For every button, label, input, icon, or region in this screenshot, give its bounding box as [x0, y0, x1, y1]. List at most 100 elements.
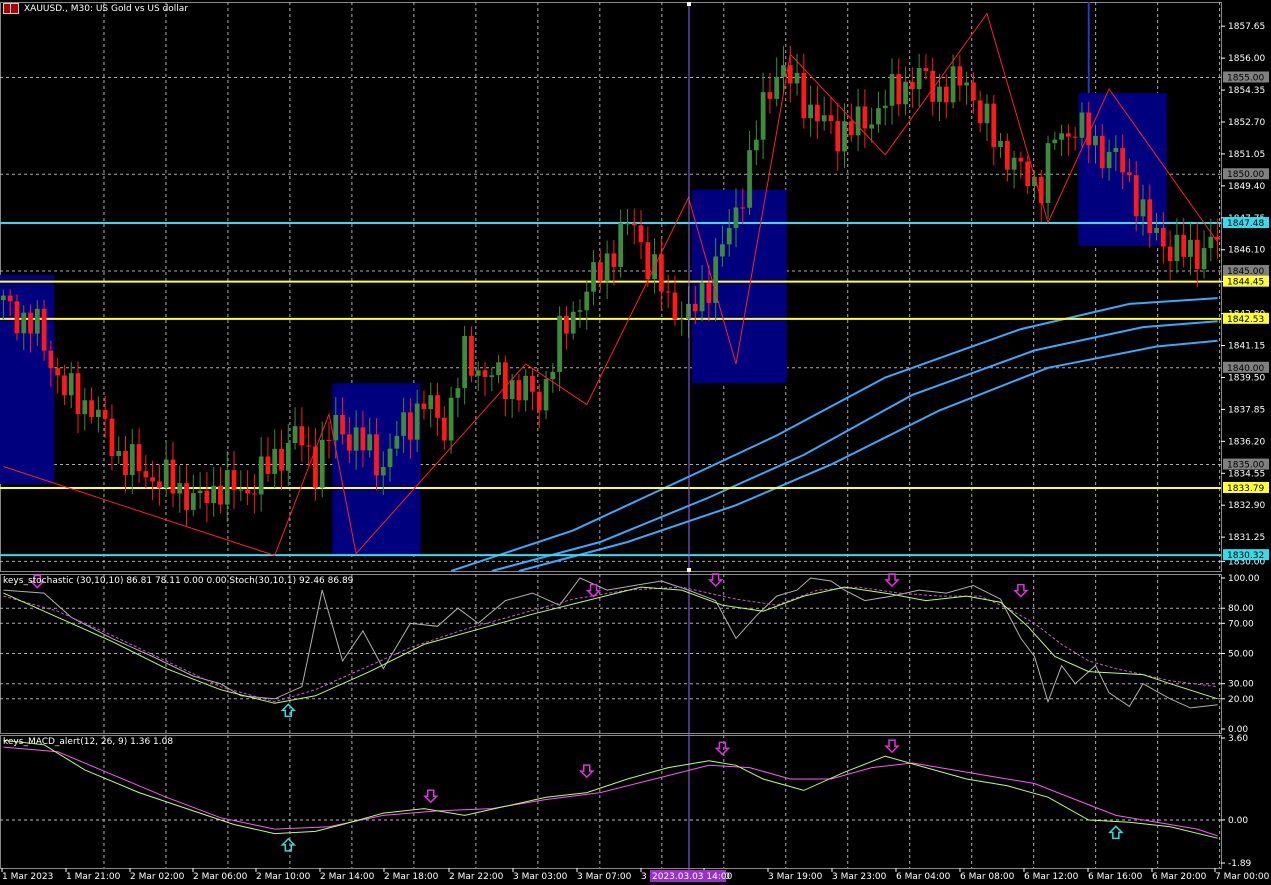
price-tick-label: 1849.40	[1228, 182, 1265, 192]
time-tick-label: 6 Mar 16:00	[1088, 872, 1143, 882]
candle-body	[21, 312, 27, 334]
stochastic-ma-line	[3, 586, 1218, 704]
candle-body	[794, 72, 800, 84]
candle-body	[1147, 199, 1153, 233]
candle-body	[401, 412, 406, 436]
price-tag-label: 1842.53	[1227, 315, 1264, 325]
candle-body	[835, 121, 841, 152]
macd-up-arrow	[280, 837, 297, 852]
macd-label: keys_MACD_alert(12, 26, 9) 1.36 1.08	[3, 737, 174, 747]
candle-body	[340, 415, 345, 435]
stoch-up-arrow	[280, 703, 297, 718]
chart-window-icon[interactable]	[3, 3, 19, 14]
candle-body	[753, 139, 759, 151]
stochastic-signal-line	[3, 586, 1218, 703]
candle-body	[1120, 148, 1126, 173]
candle-body	[706, 283, 712, 303]
candle-body	[95, 409, 101, 418]
candle-body	[631, 223, 637, 226]
candle-body	[760, 92, 766, 140]
candle-body	[536, 391, 542, 411]
candle-body	[469, 335, 474, 376]
time-tick-label: 2 Mar 10:00	[256, 872, 311, 882]
macd-up-arrow	[1108, 825, 1124, 840]
stoch-tick-label: 20.00	[1228, 695, 1254, 705]
candle-body	[957, 66, 963, 86]
candle-body	[570, 311, 576, 334]
candle-body	[496, 362, 501, 376]
price-tick-label: 1837.85	[1228, 405, 1265, 415]
candle-body	[475, 370, 481, 376]
candle-body	[448, 397, 454, 441]
candle-body	[916, 67, 922, 90]
time-tick-label: 6 Mar 12:00	[1024, 872, 1079, 882]
stoch-tick-label: 50.00	[1228, 650, 1254, 660]
candle-body	[896, 74, 902, 105]
price-tick-label: 1856.00	[1228, 54, 1265, 64]
time-tick-label: 2 Mar 18:00	[384, 872, 439, 882]
stoch-tick-label: 30.00	[1228, 680, 1254, 690]
macd-signal-line	[3, 746, 1218, 837]
price-tag-label: 1844.45	[1227, 278, 1264, 288]
macd-down-arrow	[714, 741, 731, 756]
price-tag-label: 1830.32	[1227, 551, 1264, 561]
candle-body	[1106, 151, 1112, 169]
price-tag-label: 1850.00	[1227, 170, 1264, 180]
candle-body	[435, 395, 440, 418]
candle-body	[462, 335, 468, 389]
candle-body	[1025, 161, 1031, 187]
candle-body	[692, 303, 698, 312]
price-tag-label: 1835.00	[1227, 461, 1264, 471]
candle-body	[557, 315, 562, 372]
macd-main-line	[3, 739, 1218, 839]
candle-body	[903, 81, 908, 105]
candle-body	[747, 150, 752, 208]
time-tick-label: 7 Mar 00:00	[1215, 872, 1270, 882]
candle-body	[1004, 141, 1010, 170]
candle-body	[950, 66, 956, 103]
price-tag-label: 1840.00	[1227, 364, 1264, 374]
candle-body	[68, 373, 74, 396]
candle-body	[604, 253, 610, 282]
candle-body	[279, 448, 284, 471]
candle-body	[224, 470, 230, 505]
pane-border-2	[0, 735, 1222, 869]
cursor-handle-bottom	[687, 568, 691, 572]
stoch-tick-label: 70.00	[1228, 619, 1254, 629]
candle-body	[184, 483, 189, 510]
candle-body	[516, 380, 522, 401]
stoch-tick-label: 80.00	[1228, 604, 1254, 614]
candle-body	[1099, 135, 1105, 169]
candle-body	[441, 417, 447, 441]
candle-body	[577, 310, 583, 312]
cursor-handle-top	[687, 2, 691, 6]
macd-down-arrow	[884, 739, 900, 754]
candle-body	[28, 312, 33, 334]
candle-body	[1011, 157, 1017, 170]
price-chart[interactable]: 1857.65 1856.00 1854.35 1852.70 1851.05 1849.…	[0, 0, 1271, 885]
candle-body	[1093, 135, 1098, 146]
candle-body	[1208, 236, 1214, 249]
price-tag-label: 1833.79	[1227, 484, 1264, 494]
time-tick-label: 3 Mar 19:00	[768, 872, 823, 882]
candle-body	[258, 456, 264, 495]
candle-body	[774, 76, 780, 99]
candle-body	[611, 253, 617, 267]
price-tick-label: 1834.55	[1228, 469, 1265, 479]
time-tick-label: 2 Mar 02:00	[130, 872, 185, 882]
candle-body	[1160, 228, 1166, 247]
candle-body	[530, 375, 535, 392]
candle-body	[211, 485, 217, 504]
candle-body	[292, 426, 298, 444]
price-tag-label: 1845.00	[1227, 267, 1264, 277]
time-tick-label: 2 Mar 06:00	[193, 872, 248, 882]
candle-body	[808, 104, 813, 119]
candle-body	[625, 223, 630, 225]
candle-body	[943, 86, 949, 103]
candle-body	[1194, 239, 1200, 270]
candle-body	[285, 443, 291, 471]
candle-body	[1, 295, 6, 301]
macd-tick-label: -1.89	[1228, 859, 1252, 869]
candle-body	[428, 395, 434, 410]
range-box-2	[691, 189, 787, 384]
